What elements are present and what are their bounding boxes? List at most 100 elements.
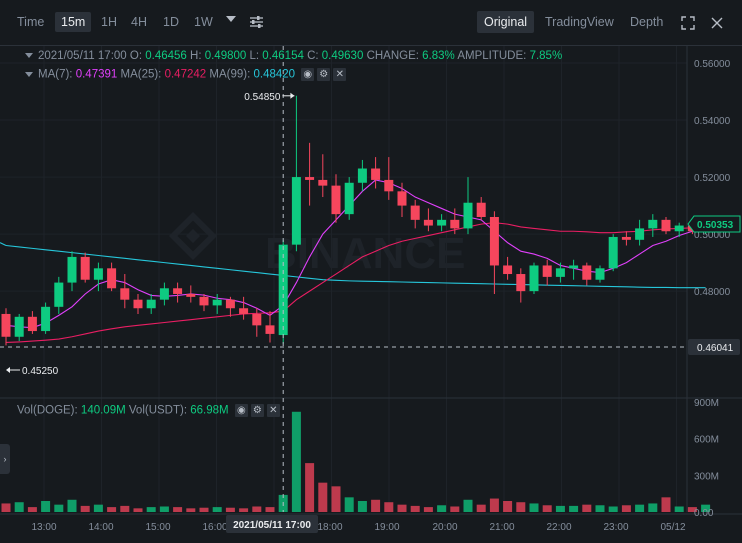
time-axis-tick: 05/12 bbox=[660, 522, 685, 533]
volume-bar bbox=[173, 507, 183, 512]
candle-body bbox=[476, 202, 486, 217]
interval-time[interactable]: Time bbox=[17, 15, 44, 29]
high-label: H: bbox=[190, 50, 202, 62]
ma-info-line: MA(7): 0.47391 MA(25): 0.47242 MA(99): 0… bbox=[25, 68, 347, 81]
volume-info-line: Vol(DOGE): 140.09M Vol(USDT): 66.98M ◉ ⚙ ✕ bbox=[17, 404, 280, 417]
vol-doge-value: 140.09M bbox=[80, 404, 126, 417]
time-axis-tick: 15:00 bbox=[145, 522, 170, 533]
candle-body bbox=[437, 219, 447, 226]
volume-bar bbox=[357, 501, 367, 512]
ma-settings-gear-icon[interactable]: ⚙ bbox=[317, 68, 331, 81]
candle-body bbox=[27, 316, 37, 332]
volume-bar bbox=[107, 507, 117, 512]
volume-bar bbox=[265, 507, 275, 512]
volume-bar bbox=[1, 503, 11, 512]
volume-bar bbox=[80, 505, 90, 512]
volume-bar bbox=[27, 507, 37, 512]
more-intervals-dropdown-icon[interactable] bbox=[226, 16, 236, 22]
last-price-tag: 0.50353 bbox=[697, 220, 734, 231]
candle-body bbox=[397, 191, 407, 206]
volume-bar bbox=[489, 498, 499, 512]
tab-depth[interactable]: Depth bbox=[630, 15, 663, 29]
candle-body bbox=[463, 202, 473, 229]
candle-body bbox=[569, 265, 579, 269]
candle-body bbox=[608, 236, 618, 269]
expand-panel-chevron-icon[interactable]: › bbox=[0, 444, 10, 474]
vol-visibility-eye-icon[interactable]: ◉ bbox=[234, 404, 248, 417]
time-axis-tick: 13:00 bbox=[31, 522, 56, 533]
volume-bar bbox=[133, 508, 143, 512]
candle-body bbox=[133, 299, 143, 309]
price-axis-tick: 0.48000 bbox=[694, 287, 731, 298]
interval-1h[interactable]: 1H bbox=[101, 15, 117, 29]
candle-body bbox=[14, 316, 24, 337]
interval-15m[interactable]: 15m bbox=[55, 12, 92, 32]
ma-remove-close-icon[interactable]: ✕ bbox=[333, 68, 347, 81]
volume-bar bbox=[93, 504, 103, 512]
candle-body bbox=[67, 256, 77, 283]
candle-body bbox=[621, 236, 631, 240]
candlestick-chart[interactable]: BINANCE 0.560000.540000.520000.500000.48… bbox=[0, 46, 742, 543]
candle-body bbox=[212, 299, 222, 306]
volume-bar bbox=[542, 505, 552, 512]
volume-bar bbox=[120, 505, 130, 512]
volume-bar bbox=[371, 499, 381, 512]
volume-bar bbox=[225, 507, 235, 512]
close-label: C: bbox=[307, 50, 319, 62]
volume-axis-tick: 900M bbox=[694, 398, 719, 409]
ma-collapse-caret-icon[interactable] bbox=[25, 72, 33, 77]
crosshair-price-tag: 0.46041 bbox=[697, 343, 734, 354]
crosshair-time-tag: 2021/05/11 17:00 bbox=[233, 520, 311, 531]
open-label: O: bbox=[129, 50, 143, 62]
change-value: 6.83% bbox=[422, 50, 455, 62]
time-axis-tick: 23:00 bbox=[603, 522, 628, 533]
vol-remove-close-icon[interactable]: ✕ bbox=[266, 404, 280, 417]
time-axis-tick: 19:00 bbox=[374, 522, 399, 533]
interval-1d[interactable]: 1D bbox=[163, 15, 179, 29]
tab-original[interactable]: Original bbox=[477, 11, 535, 33]
volume-bar bbox=[423, 507, 433, 512]
candle-body bbox=[331, 185, 341, 215]
indicator-settings-icon[interactable] bbox=[249, 15, 264, 29]
ma7-label: MA(7): bbox=[38, 68, 73, 81]
volume-bar bbox=[54, 504, 64, 512]
volume-bar bbox=[529, 503, 539, 512]
candle-body bbox=[93, 268, 103, 280]
volume-bar bbox=[595, 505, 605, 512]
candle-body bbox=[503, 265, 513, 275]
candle-body bbox=[410, 205, 420, 220]
volume-bar bbox=[397, 504, 407, 512]
interval-4h[interactable]: 4H bbox=[131, 15, 147, 29]
volume-bar bbox=[661, 497, 671, 512]
fullscreen-icon[interactable] bbox=[681, 16, 695, 30]
candle-body bbox=[186, 293, 196, 297]
candle-body bbox=[450, 219, 460, 229]
volume-bar bbox=[252, 506, 262, 512]
ma-visibility-eye-icon[interactable]: ◉ bbox=[301, 68, 315, 81]
volume-bar bbox=[450, 506, 460, 512]
ma7-value: 0.47391 bbox=[75, 68, 118, 81]
volume-bar bbox=[384, 502, 394, 512]
candle-body bbox=[529, 265, 539, 292]
low-label: L: bbox=[249, 50, 260, 62]
volume-bar bbox=[503, 501, 513, 512]
time-axis-tick: 21:00 bbox=[489, 522, 514, 533]
volume-bar bbox=[410, 505, 420, 512]
collapse-caret-icon[interactable] bbox=[25, 53, 33, 59]
volume-bar bbox=[239, 508, 249, 512]
vol-doge-label: Vol(DOGE): bbox=[17, 404, 78, 417]
close-icon[interactable] bbox=[711, 17, 723, 29]
tab-tradingview[interactable]: TradingView bbox=[545, 15, 614, 29]
open-value: 0.46456 bbox=[145, 50, 187, 62]
ma25-label: MA(25): bbox=[120, 68, 162, 81]
candle-body bbox=[199, 296, 209, 306]
volume-bar bbox=[331, 486, 341, 512]
volume-bar bbox=[621, 505, 631, 512]
ohlc-date: 2021/05/11 17:00 bbox=[38, 50, 127, 62]
volume-bar bbox=[608, 506, 618, 512]
crosshair-overlay: 0.46041 2021/05/11 17:00 0.50353 0.54850 0.4… bbox=[0, 46, 741, 533]
volume-bars-group bbox=[1, 411, 711, 512]
vol-settings-gear-icon[interactable]: ⚙ bbox=[250, 404, 264, 417]
candle-body bbox=[265, 325, 275, 334]
interval-1w[interactable]: 1W bbox=[194, 15, 213, 29]
